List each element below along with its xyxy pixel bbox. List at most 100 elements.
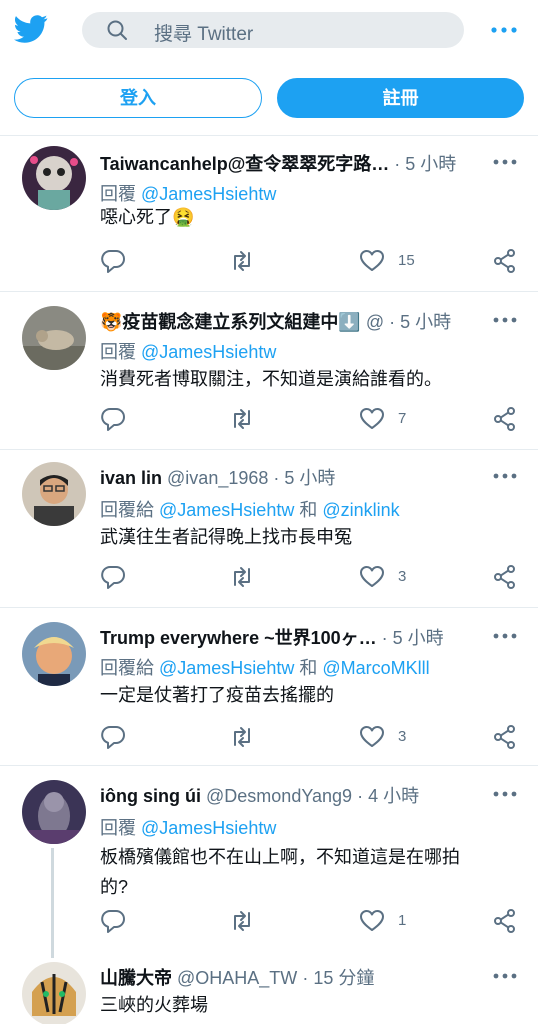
reply-context: 回覆給 @JamesHsiehtw 和 @MarcoMKlll bbox=[100, 654, 430, 680]
like-icon[interactable] bbox=[359, 564, 385, 590]
reply-icon[interactable] bbox=[100, 406, 126, 432]
tweet[interactable]: 🐯疫苗觀念建立系列文組建中⬇️ @ · 5 小時 回覆 @JamesHsieht… bbox=[0, 292, 538, 450]
like-icon[interactable] bbox=[359, 406, 385, 432]
share-icon[interactable] bbox=[492, 564, 518, 590]
like-count: 7 bbox=[398, 410, 407, 427]
display-name[interactable]: iông sing úi bbox=[100, 786, 201, 806]
tweet-header: iông sing úi @DesmondYang9 · 4 小時 bbox=[100, 782, 492, 808]
tweet[interactable]: ivan lin @ivan_1968 · 5 小時 回覆給 @JamesHsi… bbox=[0, 450, 538, 608]
like-icon[interactable] bbox=[359, 248, 385, 274]
signup-button[interactable]: 註冊 bbox=[277, 78, 524, 118]
more-icon[interactable] bbox=[492, 466, 518, 486]
separator-dot: · bbox=[394, 154, 401, 174]
retweet-icon[interactable] bbox=[229, 564, 255, 590]
timestamp[interactable]: 5 小時 bbox=[284, 468, 335, 488]
more-icon[interactable] bbox=[492, 784, 518, 804]
reply-prefix: 回覆 bbox=[100, 184, 136, 204]
mention-link[interactable]: @MarcoMKlll bbox=[322, 658, 429, 678]
separator-dot: · bbox=[389, 312, 396, 332]
handle[interactable]: @ivan_1968 bbox=[167, 468, 268, 488]
separator-dot: · bbox=[302, 968, 309, 988]
top-bar: 搜尋 Twitter bbox=[0, 0, 538, 62]
separator-dot: · bbox=[357, 786, 364, 806]
mention-link[interactable]: @JamesHsiehtw bbox=[141, 184, 276, 204]
share-icon[interactable] bbox=[492, 908, 518, 934]
reply-prefix: 回覆給 bbox=[100, 658, 154, 678]
tweet-text: 消費死者博取關注，不知道是演給誰看的。 bbox=[100, 369, 442, 389]
tweet-text: 板橋殯儀館也不在山上啊，不知道這是在哪拍 的? bbox=[100, 842, 460, 902]
more-icon[interactable] bbox=[492, 310, 518, 330]
reply-context: 回覆 @JamesHsiehtw bbox=[100, 338, 276, 364]
more-icon[interactable] bbox=[492, 626, 518, 646]
like-count: 1 bbox=[398, 912, 407, 929]
tweet-text: 武漢往生者記得晚上找市長申冤 bbox=[100, 527, 352, 547]
more-icon[interactable] bbox=[492, 966, 518, 986]
share-icon[interactable] bbox=[492, 406, 518, 432]
tweet-header: 🐯疫苗觀念建立系列文組建中⬇️ @ · 5 小時 bbox=[100, 308, 492, 334]
tweet-text: 噁心死了🤮 bbox=[100, 207, 195, 227]
thread-line bbox=[51, 848, 54, 958]
reply-icon[interactable] bbox=[100, 724, 126, 750]
more-icon[interactable] bbox=[492, 152, 518, 172]
avatar[interactable] bbox=[22, 462, 86, 526]
reply-icon[interactable] bbox=[100, 564, 126, 590]
reply-icon[interactable] bbox=[100, 248, 126, 274]
reply-prefix: 回覆 bbox=[100, 342, 136, 362]
timestamp[interactable]: 5 小時 bbox=[405, 154, 456, 174]
mention-link[interactable]: @JamesHsiehtw bbox=[159, 500, 294, 520]
retweet-icon[interactable] bbox=[229, 908, 255, 934]
timestamp[interactable]: 5 小時 bbox=[393, 628, 444, 648]
retweet-icon[interactable] bbox=[229, 248, 255, 274]
handle[interactable]: @DesmondYang9 bbox=[206, 786, 352, 806]
reply-prefix: 回覆給 bbox=[100, 500, 154, 520]
tweet[interactable]: Taiwancanhelp@查令翠翠死字路… · 5 小時 回覆 @JamesH… bbox=[0, 136, 538, 292]
display-name[interactable]: 🐯疫苗觀念建立系列文組建中⬇️ bbox=[100, 312, 361, 332]
mention-link[interactable]: @JamesHsiehtw bbox=[159, 658, 294, 678]
share-icon[interactable] bbox=[492, 724, 518, 750]
avatar[interactable] bbox=[22, 780, 86, 844]
avatar[interactable] bbox=[22, 962, 86, 1024]
display-name[interactable]: ivan lin bbox=[100, 468, 162, 488]
avatar[interactable] bbox=[22, 622, 86, 686]
like-icon[interactable] bbox=[359, 724, 385, 750]
search-icon bbox=[107, 20, 127, 40]
like-icon[interactable] bbox=[359, 908, 385, 934]
handle[interactable]: @OHAHA_TW bbox=[177, 968, 297, 988]
reply-join: 和 bbox=[299, 658, 318, 678]
reply-context: 回覆 @JamesHsiehtw bbox=[100, 814, 276, 840]
like-count: 3 bbox=[398, 568, 407, 585]
auth-bar: 登入 註冊 bbox=[0, 62, 538, 136]
handle[interactable]: @ bbox=[366, 312, 384, 332]
login-button[interactable]: 登入 bbox=[14, 78, 262, 118]
avatar[interactable] bbox=[22, 146, 86, 210]
tweet-text: 三峽的火葬場 bbox=[100, 995, 208, 1015]
tweet-text-line: 的? bbox=[100, 877, 129, 897]
tweet[interactable]: 山騰大帝 @OHAHA_TW · 15 分鐘 三峽的火葬場 bbox=[0, 958, 538, 1024]
tweet[interactable]: Trump everywhere ~世界100ヶ… · 5 小時 回覆給 @Ja… bbox=[0, 608, 538, 766]
tweet-header: Taiwancanhelp@查令翠翠死字路… · 5 小時 bbox=[100, 150, 492, 176]
share-icon[interactable] bbox=[492, 248, 518, 274]
avatar[interactable] bbox=[22, 306, 86, 370]
mention-link[interactable]: @zinklink bbox=[322, 500, 399, 520]
display-name[interactable]: 山騰大帝 bbox=[100, 968, 172, 988]
timestamp[interactable]: 5 小時 bbox=[400, 312, 451, 332]
tweet-header: 山騰大帝 @OHAHA_TW · 15 分鐘 bbox=[100, 964, 492, 990]
twitter-bird-icon[interactable] bbox=[14, 14, 48, 44]
timestamp[interactable]: 15 分鐘 bbox=[313, 968, 374, 988]
mention-link[interactable]: @JamesHsiehtw bbox=[141, 818, 276, 838]
retweet-icon[interactable] bbox=[229, 406, 255, 432]
mention-link[interactable]: @JamesHsiehtw bbox=[141, 342, 276, 362]
search-input[interactable]: 搜尋 Twitter bbox=[82, 12, 464, 48]
timestamp[interactable]: 4 小時 bbox=[368, 786, 419, 806]
tweet-text-line: 板橋殯儀館也不在山上啊，不知道這是在哪拍 bbox=[100, 847, 460, 867]
tweet[interactable]: iông sing úi @DesmondYang9 · 4 小時 回覆 @Ja… bbox=[0, 766, 538, 958]
reply-icon[interactable] bbox=[100, 908, 126, 934]
display-name[interactable]: Trump everywhere ~世界100ヶ… bbox=[100, 628, 377, 648]
tweet-header: ivan lin @ivan_1968 · 5 小時 bbox=[100, 464, 492, 490]
retweet-icon[interactable] bbox=[229, 724, 255, 750]
display-name[interactable]: Taiwancanhelp@查令翠翠死字路… bbox=[100, 154, 389, 174]
search-placeholder: 搜尋 Twitter bbox=[154, 24, 254, 45]
more-icon[interactable] bbox=[488, 16, 520, 44]
like-count: 3 bbox=[398, 728, 407, 745]
reply-context: 回覆給 @JamesHsiehtw 和 @zinklink bbox=[100, 496, 400, 522]
